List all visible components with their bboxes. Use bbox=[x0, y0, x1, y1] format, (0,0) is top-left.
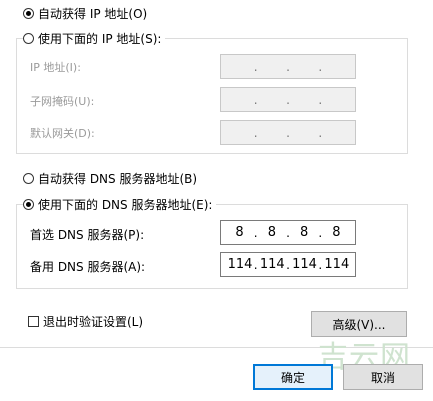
alternate-dns-octet-4: 114 bbox=[324, 257, 350, 272]
ip-manual-radio-indicator[interactable] bbox=[23, 33, 34, 44]
subnet-field[interactable]: ... bbox=[220, 87, 356, 112]
ip-address-field[interactable]: ... bbox=[220, 54, 356, 79]
ip-manual-label: 使用下面的 IP 地址(S): bbox=[38, 32, 162, 46]
preferred-dns-octet-3: 8 bbox=[299, 225, 309, 240]
validate-label: 退出时验证设置(L) bbox=[43, 315, 144, 329]
dns-manual-label: 使用下面的 DNS 服务器地址(E): bbox=[38, 198, 213, 212]
alternate-dns-field[interactable]: 114. 114. 114. 114 bbox=[220, 252, 356, 277]
ip-auto-radio[interactable]: 自动获得 IP 地址(O) bbox=[23, 5, 147, 22]
validate-checkbox[interactable]: 退出时验证设置(L) bbox=[28, 313, 143, 330]
gateway-field[interactable]: ... bbox=[220, 120, 356, 145]
alternate-dns-label: 备用 DNS 服务器(A): bbox=[30, 260, 146, 274]
validate-checkbox-box[interactable] bbox=[28, 316, 39, 327]
dns-auto-radio[interactable]: 自动获得 DNS 服务器地址(B) bbox=[23, 170, 197, 187]
dns-auto-label: 自动获得 DNS 服务器地址(B) bbox=[38, 172, 198, 186]
ip-manual-radio[interactable]: 使用下面的 IP 地址(S): bbox=[23, 30, 166, 47]
preferred-dns-field[interactable]: 8. 8. 8. 8 bbox=[220, 220, 356, 245]
alternate-dns-octet-3: 114 bbox=[292, 257, 317, 272]
preferred-dns-octet-1: 8 bbox=[235, 225, 244, 240]
ok-button[interactable]: 确定 bbox=[253, 364, 333, 390]
ip-auto-label: 自动获得 IP 地址(O) bbox=[38, 7, 148, 21]
dns-manual-radio-indicator[interactable] bbox=[23, 199, 34, 210]
dns-auto-radio-indicator[interactable] bbox=[23, 173, 34, 184]
gateway-label: 默认网关(D): bbox=[30, 127, 95, 140]
subnet-label: 子网掩码(U): bbox=[30, 95, 95, 108]
ip-address-label: IP 地址(I): bbox=[30, 61, 81, 74]
ip-auto-radio-indicator[interactable] bbox=[23, 8, 34, 19]
dns-manual-radio[interactable]: 使用下面的 DNS 服务器地址(E): bbox=[23, 196, 217, 213]
preferred-dns-octet-4: 8 bbox=[332, 225, 341, 240]
preferred-dns-octet-2: 8 bbox=[267, 225, 276, 240]
alternate-dns-octet-1: 114 bbox=[227, 257, 253, 272]
alternate-dns-octet-2: 114 bbox=[259, 257, 285, 272]
cancel-button[interactable]: 取消 bbox=[343, 364, 423, 390]
preferred-dns-label: 首选 DNS 服务器(P): bbox=[30, 228, 145, 242]
